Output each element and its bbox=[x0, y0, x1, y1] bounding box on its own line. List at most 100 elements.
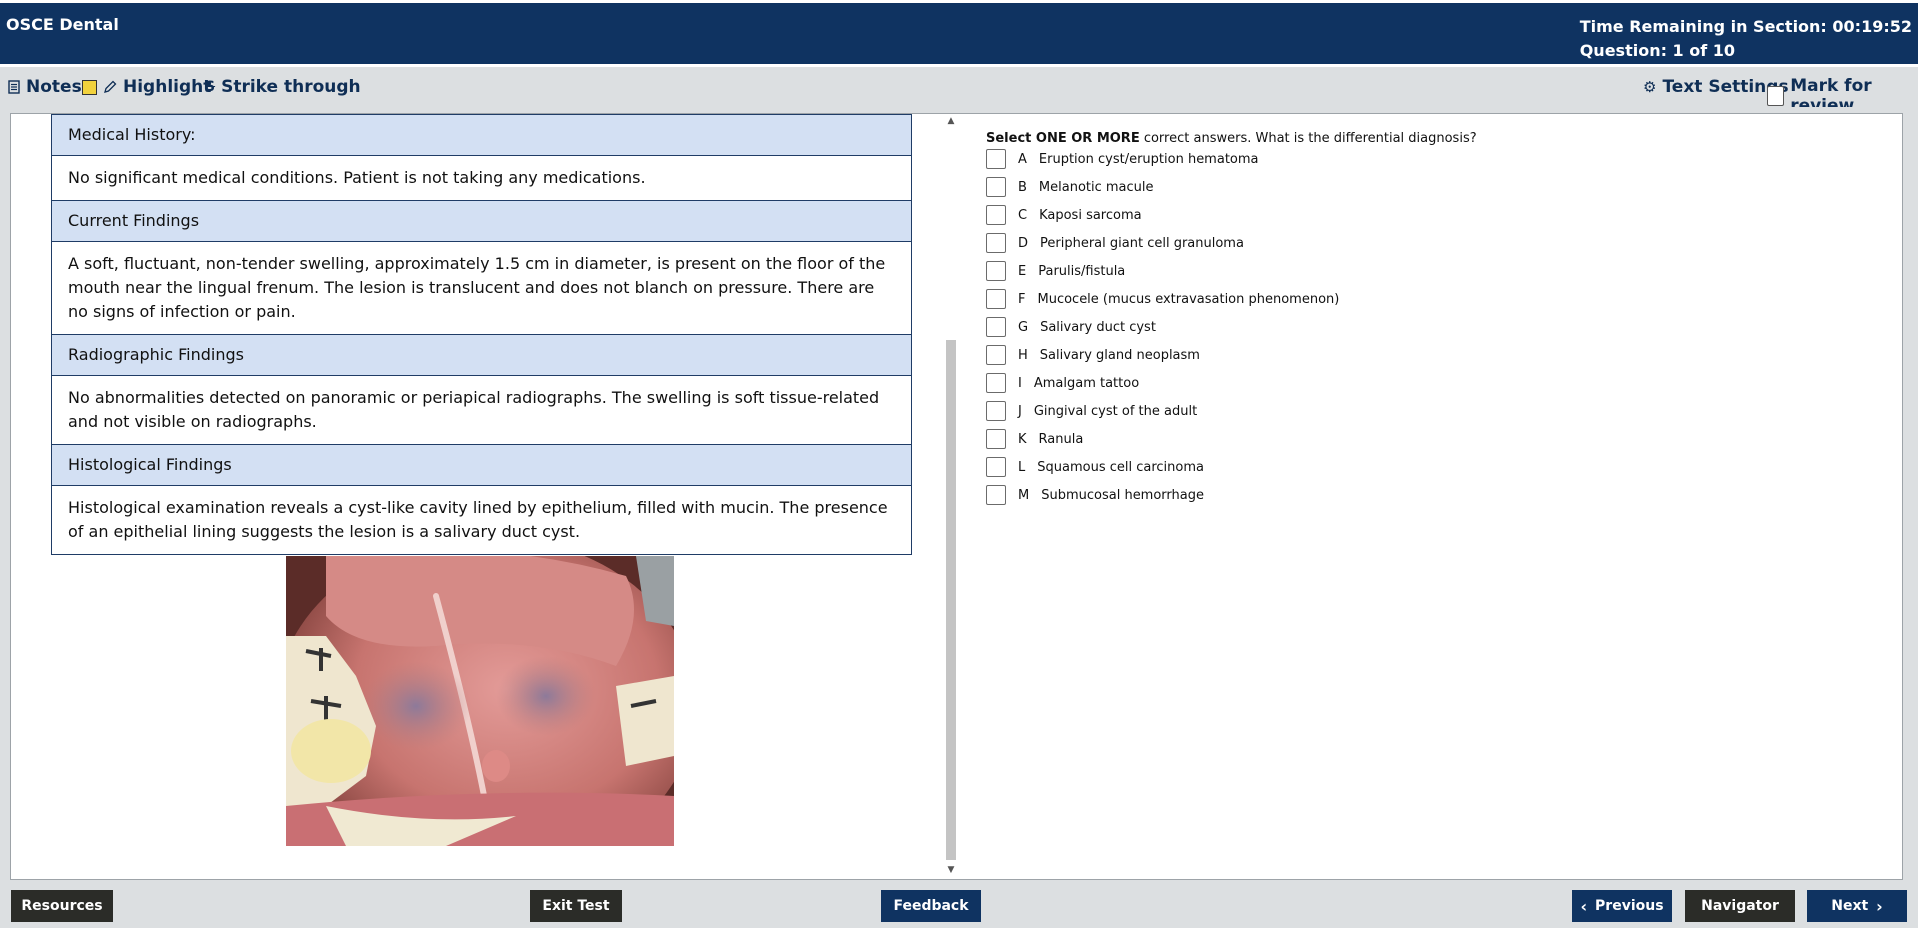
case-row-header: Radiographic Findings bbox=[52, 334, 911, 375]
chevron-right-icon: › bbox=[1876, 896, 1883, 916]
question-stem: Select ONE OR MORE correct answers. What… bbox=[986, 131, 1477, 146]
feedback-button[interactable]: Feedback bbox=[881, 890, 981, 922]
strike-through-button[interactable]: S Strike through bbox=[205, 77, 361, 97]
case-row-body: No abnormalities detected on panoramic o… bbox=[52, 375, 911, 444]
option-text: Parulis/fistula bbox=[1038, 263, 1126, 279]
option-text: Amalgam tattoo bbox=[1033, 375, 1140, 391]
option-text: Ranula bbox=[1038, 431, 1084, 447]
option-letter: F bbox=[1018, 291, 1026, 307]
option-checkbox[interactable] bbox=[986, 401, 1006, 421]
answer-option-c[interactable]: C Kaposi sarcoma bbox=[986, 204, 1142, 226]
option-letter: J bbox=[1018, 403, 1022, 419]
answer-option-e[interactable]: E Parulis/fistula bbox=[986, 260, 1125, 282]
option-checkbox[interactable] bbox=[986, 205, 1006, 225]
toolbar: Notes Highlight S Strike through ⚙ Text … bbox=[0, 67, 1918, 116]
answer-option-d[interactable]: D Peripheral giant cell granuloma bbox=[986, 232, 1244, 254]
answer-option-f[interactable]: F Mucocele (mucus extravasation phenomeno… bbox=[986, 288, 1339, 310]
highlight-button[interactable]: Highlight bbox=[82, 77, 211, 97]
option-checkbox[interactable] bbox=[986, 177, 1006, 197]
option-text: Melanotic macule bbox=[1038, 179, 1154, 195]
highlight-color-swatch[interactable] bbox=[82, 79, 97, 95]
case-scrollbar[interactable]: ▲ ▼ bbox=[944, 114, 958, 879]
navigator-button[interactable]: Navigator bbox=[1685, 890, 1795, 922]
next-label: Next bbox=[1831, 898, 1869, 914]
bottom-bar: Resources Exit Test Feedback ‹ Previous … bbox=[0, 886, 1918, 928]
case-pane[interactable]: Medical History: No significant medical … bbox=[11, 114, 939, 879]
option-checkbox[interactable] bbox=[986, 149, 1006, 169]
answer-option-j[interactable]: J Gingival cyst of the adult bbox=[986, 400, 1197, 422]
case-row-header: Histological Findings bbox=[52, 444, 911, 485]
answer-option-i[interactable]: I Amalgam tattoo bbox=[986, 372, 1139, 394]
answer-option-k[interactable]: K Ranula bbox=[986, 428, 1083, 450]
case-row-body: A soft, fluctuant, non-tender swelling, … bbox=[52, 241, 911, 334]
option-letter: H bbox=[1018, 347, 1028, 363]
option-checkbox[interactable] bbox=[986, 345, 1006, 365]
top-bar: OSCE Dental Time Remaining in Section: 0… bbox=[0, 0, 1918, 64]
previous-label: Previous bbox=[1595, 898, 1664, 914]
answer-option-g[interactable]: G Salivary duct cyst bbox=[986, 316, 1156, 338]
case-table: Medical History: No significant medical … bbox=[51, 114, 912, 555]
option-checkbox[interactable] bbox=[986, 457, 1006, 477]
answer-option-m[interactable]: M Submucosal hemorrhage bbox=[986, 484, 1204, 506]
clinical-photo bbox=[286, 556, 674, 846]
option-text: Salivary gland neoplasm bbox=[1039, 347, 1200, 363]
strike-through-label: Strike through bbox=[221, 77, 361, 97]
question-pane: Select ONE OR MORE correct answers. What… bbox=[975, 114, 1895, 879]
option-letter: M bbox=[1018, 487, 1030, 503]
question-instruction: Select ONE OR MORE bbox=[986, 131, 1140, 146]
option-checkbox[interactable] bbox=[986, 233, 1006, 253]
question-text: correct answers. What is the differentia… bbox=[1139, 131, 1477, 146]
exit-test-button[interactable]: Exit Test bbox=[530, 890, 622, 922]
option-checkbox[interactable] bbox=[986, 485, 1006, 505]
gear-icon: ⚙ bbox=[1643, 78, 1657, 96]
question-counter: Question: 1 of 10 bbox=[1579, 41, 1736, 60]
chevron-left-icon: ‹ bbox=[1580, 896, 1588, 916]
answer-option-l[interactable]: L Squamous cell carcinoma bbox=[986, 456, 1204, 478]
highlight-label: Highlight bbox=[123, 77, 212, 97]
content-frame: Medical History: No significant medical … bbox=[10, 113, 1903, 880]
option-text: Eruption cyst/eruption hematoma bbox=[1038, 151, 1259, 167]
notes-label: Notes bbox=[26, 77, 82, 97]
option-letter: B bbox=[1018, 179, 1027, 195]
option-text: Gingival cyst of the adult bbox=[1033, 403, 1198, 419]
notes-icon bbox=[8, 80, 20, 94]
app-title: OSCE Dental bbox=[6, 15, 119, 34]
mark-for-review-checkbox[interactable] bbox=[1767, 86, 1785, 106]
option-letter: A bbox=[1018, 151, 1027, 167]
clinical-photo-illustration bbox=[286, 556, 674, 846]
main-area: Medical History: No significant medical … bbox=[0, 107, 1918, 886]
option-checkbox[interactable] bbox=[986, 317, 1006, 337]
time-remaining: Time Remaining in Section: 00:19:52 bbox=[1579, 17, 1912, 36]
timer-block: Time Remaining in Section: 00:19:52 Ques… bbox=[1580, 15, 1912, 63]
option-text: Kaposi sarcoma bbox=[1039, 207, 1142, 223]
option-checkbox[interactable] bbox=[986, 261, 1006, 281]
answer-option-a[interactable]: A Eruption cyst/eruption hematoma bbox=[986, 148, 1259, 170]
option-text: Peripheral giant cell granuloma bbox=[1040, 235, 1244, 251]
option-letter: I bbox=[1018, 375, 1022, 391]
scroll-up-arrow-icon[interactable]: ▲ bbox=[944, 116, 958, 128]
option-letter: K bbox=[1018, 431, 1027, 447]
answer-option-h[interactable]: H Salivary gland neoplasm bbox=[986, 344, 1200, 366]
option-letter: C bbox=[1018, 207, 1028, 223]
case-row-header: Medical History: bbox=[52, 114, 911, 155]
scroll-thumb[interactable] bbox=[946, 340, 956, 860]
option-text: Submucosal hemorrhage bbox=[1041, 487, 1204, 503]
previous-button[interactable]: ‹ Previous bbox=[1572, 890, 1672, 922]
option-letter: E bbox=[1018, 263, 1027, 279]
scroll-track[interactable] bbox=[946, 130, 956, 863]
scroll-down-arrow-icon[interactable]: ▼ bbox=[944, 865, 958, 877]
option-letter: D bbox=[1018, 235, 1029, 251]
next-button[interactable]: Next › bbox=[1807, 890, 1907, 922]
pencil-icon bbox=[104, 80, 117, 93]
option-checkbox[interactable] bbox=[986, 289, 1006, 309]
notes-button[interactable]: Notes bbox=[8, 77, 82, 97]
option-text: Salivary duct cyst bbox=[1040, 319, 1156, 335]
option-letter: L bbox=[1018, 459, 1026, 475]
option-checkbox[interactable] bbox=[986, 373, 1006, 393]
answer-option-b[interactable]: B Melanotic macule bbox=[986, 176, 1154, 198]
strike-through-icon: S bbox=[205, 79, 216, 95]
option-letter: G bbox=[1018, 319, 1029, 335]
option-checkbox[interactable] bbox=[986, 429, 1006, 449]
case-row-body: No significant medical conditions. Patie… bbox=[52, 155, 911, 200]
resources-button[interactable]: Resources bbox=[11, 890, 113, 922]
